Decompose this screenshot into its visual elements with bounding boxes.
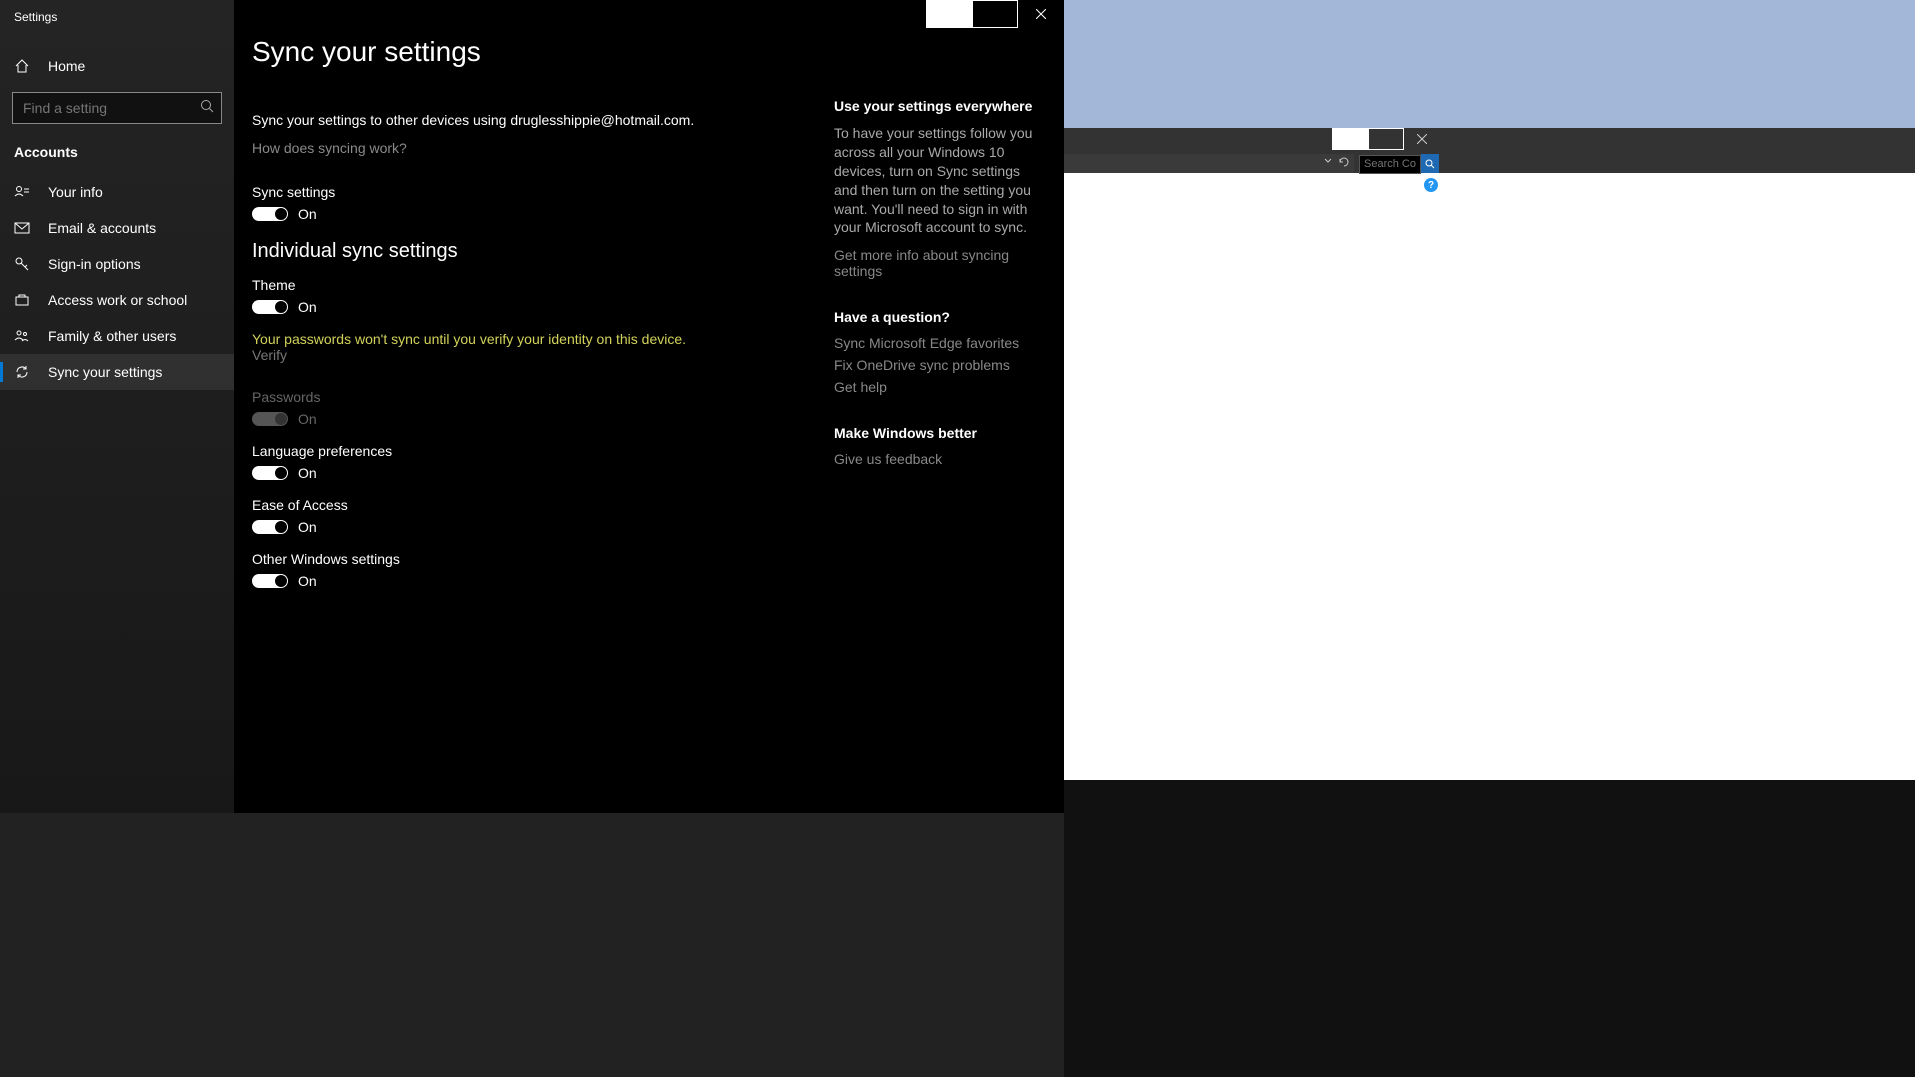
mail-icon bbox=[14, 220, 30, 236]
ease-label: Ease of Access bbox=[252, 497, 824, 513]
sidebar: Settings Home Accounts Your info Email bbox=[0, 0, 234, 813]
sidebar-item-label: Access work or school bbox=[48, 292, 187, 308]
passwords-label: Passwords bbox=[252, 389, 824, 405]
side-link-edge-favorites[interactable]: Sync Microsoft Edge favorites bbox=[834, 335, 1044, 351]
toggle-state: On bbox=[298, 465, 317, 481]
side-heading-better: Make Windows better bbox=[834, 425, 1044, 441]
sidebar-item-label: Family & other users bbox=[48, 328, 176, 344]
side-link-onedrive[interactable]: Fix OneDrive sync problems bbox=[834, 357, 1044, 373]
sidebar-item-label: Email & accounts bbox=[48, 220, 156, 236]
sidebar-home-label: Home bbox=[48, 58, 85, 74]
other-toggle[interactable] bbox=[252, 574, 288, 588]
how-syncing-works-link[interactable]: How does syncing work? bbox=[252, 140, 407, 156]
ease-toggle[interactable] bbox=[252, 520, 288, 534]
search-input[interactable] bbox=[12, 92, 222, 124]
help-badge-icon[interactable]: ? bbox=[1424, 178, 1438, 192]
individual-sync-heading: Individual sync settings bbox=[252, 240, 824, 263]
bg-search-go-button[interactable] bbox=[1421, 154, 1439, 173]
desktop-background-bottom bbox=[1064, 780, 1915, 1077]
toggle-state: On bbox=[298, 519, 317, 535]
side-link-get-help[interactable]: Get help bbox=[834, 379, 1044, 395]
sidebar-section-heading: Accounts bbox=[0, 134, 234, 174]
language-toggle[interactable] bbox=[252, 466, 288, 480]
theme-toggle[interactable] bbox=[252, 300, 288, 314]
bg-dropdown-chevron-icon[interactable] bbox=[1324, 157, 1332, 165]
home-icon bbox=[14, 58, 30, 74]
window-title: Settings bbox=[0, 0, 234, 30]
language-label: Language preferences bbox=[252, 443, 824, 459]
bg-search-input[interactable] bbox=[1359, 155, 1421, 174]
sync-settings-label: Sync settings bbox=[252, 184, 824, 200]
password-warning: Your passwords won't sync until you veri… bbox=[252, 331, 824, 347]
window-controls bbox=[926, 0, 1064, 28]
side-heading-everywhere: Use your settings everywhere bbox=[834, 98, 1044, 114]
settings-content: Sync your settings to other devices usin… bbox=[252, 98, 824, 605]
minimize-button[interactable] bbox=[926, 0, 972, 28]
sidebar-item-family[interactable]: Family & other users bbox=[0, 318, 234, 354]
sidebar-item-your-info[interactable]: Your info bbox=[0, 174, 234, 210]
background-window-body bbox=[1064, 173, 1915, 780]
theme-label: Theme bbox=[252, 277, 824, 293]
close-button[interactable] bbox=[1018, 0, 1064, 28]
sync-icon bbox=[14, 364, 30, 380]
toggle-state: On bbox=[298, 299, 317, 315]
bg-maximize-button[interactable] bbox=[1368, 128, 1404, 150]
key-icon bbox=[14, 256, 30, 272]
sidebar-item-signin-options[interactable]: Sign-in options bbox=[0, 246, 234, 282]
passwords-toggle bbox=[252, 412, 288, 426]
side-heading-question: Have a question? bbox=[834, 309, 1044, 325]
sidebar-item-access-work[interactable]: Access work or school bbox=[0, 282, 234, 318]
verify-link[interactable]: Verify bbox=[252, 347, 287, 363]
bg-refresh-icon[interactable] bbox=[1338, 156, 1350, 168]
bg-address-bar[interactable] bbox=[1064, 154, 1354, 173]
sidebar-home[interactable]: Home bbox=[0, 48, 234, 84]
toggle-state: On bbox=[298, 206, 317, 222]
sidebar-item-label: Your info bbox=[48, 184, 103, 200]
side-link-feedback[interactable]: Give us feedback bbox=[834, 451, 1044, 467]
sync-settings-toggle[interactable] bbox=[252, 207, 288, 221]
toggle-state: On bbox=[298, 573, 317, 589]
search-wrap bbox=[0, 84, 234, 134]
sidebar-item-label: Sync your settings bbox=[48, 364, 162, 380]
settings-window: Settings Home Accounts Your info Email bbox=[0, 0, 1064, 813]
sidebar-item-email-accounts[interactable]: Email & accounts bbox=[0, 210, 234, 246]
briefcase-icon bbox=[14, 292, 30, 308]
side-link-more-info[interactable]: Get more info about syncing settings bbox=[834, 247, 1044, 279]
people-icon bbox=[14, 328, 30, 344]
sidebar-item-label: Sign-in options bbox=[48, 256, 141, 272]
bg-close-button[interactable] bbox=[1404, 128, 1440, 150]
side-panel: Use your settings everywhere To have you… bbox=[834, 98, 1044, 605]
bg-search-wrap bbox=[1359, 154, 1439, 173]
side-text-everywhere: To have your settings follow you across … bbox=[834, 124, 1044, 237]
bg-minimize-button[interactable] bbox=[1332, 128, 1368, 150]
maximize-button[interactable] bbox=[972, 0, 1018, 28]
main-content: Sync your settings Sync your settings to… bbox=[234, 0, 1064, 813]
other-label: Other Windows settings bbox=[252, 551, 824, 567]
desktop-background-top bbox=[1064, 0, 1915, 128]
sync-description: Sync your settings to other devices usin… bbox=[252, 112, 824, 128]
sidebar-item-sync-settings[interactable]: Sync your settings bbox=[0, 354, 234, 390]
toggle-state: On bbox=[298, 411, 317, 427]
person-card-icon bbox=[14, 184, 30, 200]
